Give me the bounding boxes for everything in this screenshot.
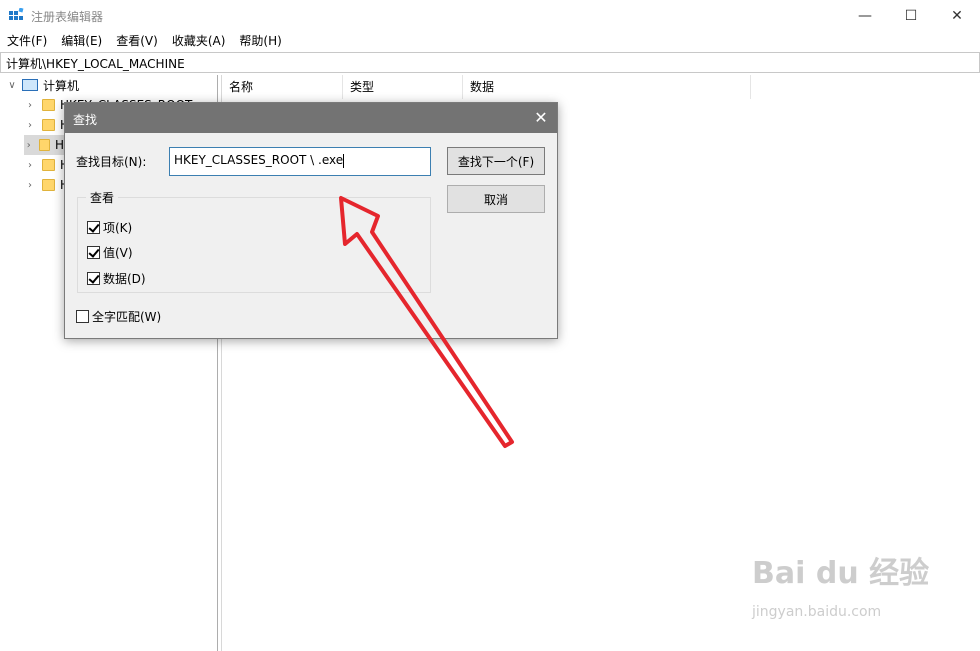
- baidu-watermark: Bai du 经验: [752, 556, 930, 591]
- baidu-watermark-url: jingyan.baidu.com: [752, 604, 882, 620]
- red-arrow-icon: [339, 196, 514, 448]
